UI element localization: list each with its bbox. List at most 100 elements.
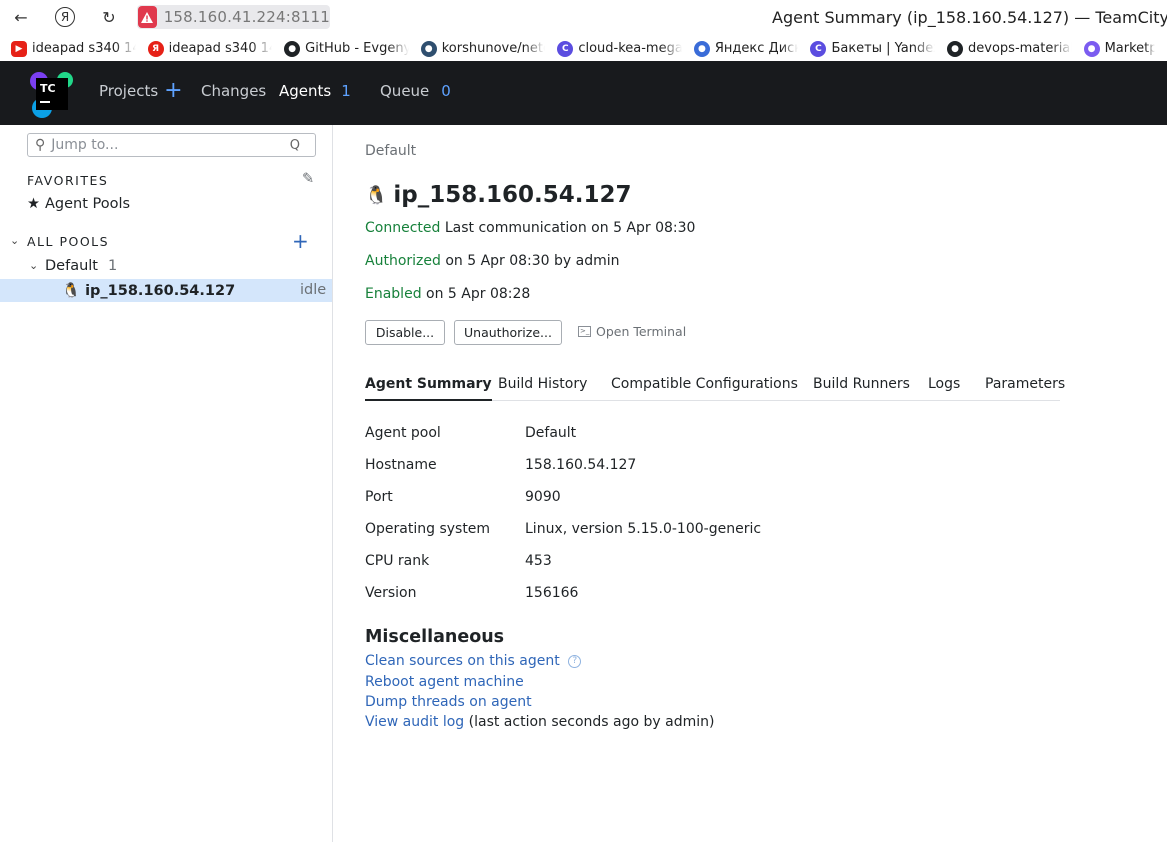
bookmark-1[interactable]: Яideapad s340 14iil (147, 40, 272, 57)
audit-log-item: View audit log (last action seconds ago … (365, 714, 714, 730)
tab-build-runners[interactable]: Build Runners (813, 376, 910, 401)
status-enabled: Enabled on 5 Apr 08:28 (365, 286, 530, 302)
bookmark-4[interactable]: Ccloud-kea-megam (557, 40, 682, 57)
view-audit-log-link[interactable]: View audit log (365, 714, 464, 730)
youtube-icon: ▶ (11, 40, 27, 57)
agent-status-idle: idle (300, 282, 327, 298)
sidebar-agent-item[interactable]: 🐧 ip_158.160.54.127 (62, 282, 235, 300)
connected-label: Connected (365, 220, 441, 236)
browser-toolbar: ← Я ↻ 158.160.41.224:8111 Agent Summary … (0, 0, 1167, 36)
prop-key-operating-system: Operating system (365, 521, 491, 537)
open-terminal-label[interactable]: Open Terminal (596, 324, 686, 339)
prop-key-port: Port (365, 489, 393, 505)
prop-key-cpu-rank: CPU rank (365, 553, 430, 569)
bookmark-7[interactable]: ●devops-materials/ (947, 40, 1072, 57)
clean-sources-item: Clean sources on this agent ? (365, 653, 582, 669)
github-icon: ● (284, 40, 301, 57)
yandex-icon: Я (147, 40, 164, 57)
github-icon: ● (947, 40, 964, 57)
reboot-agent-link[interactable]: Reboot agent machine (365, 674, 524, 690)
favorite-agent-pools[interactable]: ★ Agent Pools (27, 196, 130, 212)
help-icon[interactable]: ? (568, 654, 582, 668)
open-terminal-button[interactable]: >_ Open Terminal (578, 324, 686, 339)
chevron-down-icon[interactable]: ⌄ (10, 234, 19, 247)
nav-projects[interactable]: Projects + (99, 80, 183, 102)
prop-value-agent-pool-link[interactable]: Default (525, 425, 576, 441)
not-secure-icon[interactable] (138, 6, 157, 28)
connected-detail: Last communication on 5 Apr 08:30 (444, 220, 696, 236)
bookmark-8[interactable]: ● Marketp (1083, 40, 1155, 57)
linux-icon: 🐧 (365, 184, 388, 206)
bookmark-5[interactable]: ● Яндекс Диск (693, 40, 798, 57)
star-icon: ★ (27, 196, 40, 212)
queue-count-badge: 0 (441, 82, 451, 100)
bookmark-6[interactable]: CБакеты | Yandex C (810, 40, 935, 57)
unauthorize-button[interactable]: Unauthorize... (454, 320, 562, 345)
prop-key-agent-pool: Agent pool (365, 425, 441, 441)
search-icon: ⚲ (35, 137, 46, 153)
nav-changes-label[interactable]: Changes (201, 82, 266, 100)
address-url[interactable]: 158.160.41.224:8111 (164, 8, 330, 26)
dump-threads-link[interactable]: Dump threads on agent (365, 694, 532, 710)
nav-queue[interactable]: Queue 0 (380, 82, 451, 100)
status-authorized: Authorized on 5 Apr 08:30 by admin (365, 253, 620, 269)
cloud-icon: C (810, 40, 827, 57)
svg-text:TC: TC (40, 82, 56, 95)
breadcrumb[interactable]: Default (365, 143, 416, 159)
cloud-icon: C (557, 40, 574, 57)
sidebar-agent-name[interactable]: ip_158.160.54.127 (85, 283, 235, 299)
pool-name[interactable]: Default (45, 258, 98, 274)
all-pools-title: ALL POOLS (27, 234, 110, 249)
tab-compatible-configurations[interactable]: Compatible Configurations (611, 376, 798, 401)
agent-tabs: Agent Summary Build History Compatible C… (365, 376, 1065, 401)
tab-build-history[interactable]: Build History (498, 376, 587, 401)
tab-logs[interactable]: Logs (928, 376, 960, 401)
nav-changes[interactable]: Changes (201, 82, 266, 100)
prop-value-operating-system: Linux, version 5.15.0-100-generic (525, 521, 762, 537)
yandex-icon[interactable]: Я (55, 7, 75, 27)
nav-projects-label[interactable]: Projects (99, 82, 158, 100)
address-bar[interactable]: 158.160.41.224:8111 (137, 5, 330, 29)
add-pool-icon[interactable]: + (292, 229, 309, 253)
clean-sources-link[interactable]: Clean sources on this agent (365, 653, 560, 669)
teamcity-header: TC Projects + Changes Agents 1 Queue 0 (0, 61, 1167, 125)
pool-default[interactable]: Default 1 (45, 258, 117, 274)
back-icon[interactable]: ← (11, 7, 31, 27)
search-shortcut-hint: Q (289, 137, 300, 153)
nav-agents-label[interactable]: Agents (279, 82, 331, 100)
terminal-icon: >_ (578, 326, 591, 337)
reload-icon[interactable]: ↻ (99, 7, 119, 27)
tab-agent-summary[interactable]: Agent Summary (365, 376, 492, 401)
bookmarks-bar: ▶ideapad s340 14iil Яideapad s340 14iil … (0, 36, 1167, 61)
edit-favorites-icon[interactable]: ✎ (302, 171, 314, 187)
enabled-detail: on 5 Apr 08:28 (426, 286, 531, 302)
prop-value-hostname: 158.160.54.127 (525, 457, 637, 473)
prop-value-port: 9090 (525, 489, 561, 505)
nav-agents[interactable]: Agents 1 (279, 82, 351, 100)
disable-button[interactable]: Disable... (365, 320, 445, 345)
authorized-detail: on 5 Apr 08:30 by admin (445, 253, 620, 269)
search-input[interactable]: Jump to... (51, 137, 118, 153)
bookmark-2[interactable]: ●GitHub - Evgenyi2c (284, 40, 409, 57)
agent-title-text: ip_158.160.54.127 (393, 182, 632, 208)
prop-key-hostname: Hostname (365, 457, 437, 473)
teamcity-logo[interactable]: TC (28, 70, 76, 118)
miscellaneous-title: Miscellaneous (365, 627, 505, 647)
tab-parameters[interactable]: Parameters (985, 376, 1065, 401)
prop-key-version: Version (365, 585, 417, 601)
bookmark-3[interactable]: ●korshunove/netolo (420, 40, 545, 57)
jump-to-search[interactable]: ⚲ Jump to... Q (27, 133, 316, 157)
window-title: Agent Summary (ip_158.160.54.127) — Team… (772, 8, 1167, 27)
favorite-agent-pools-label[interactable]: Agent Pools (45, 196, 130, 212)
agents-count-badge: 1 (341, 82, 351, 100)
add-project-icon[interactable]: + (164, 80, 182, 102)
market-icon: ● (1083, 40, 1100, 57)
linux-icon: 🐧 (62, 283, 81, 299)
authorized-label: Authorized (365, 253, 441, 269)
favorites-title: FAVORITES (27, 173, 109, 188)
gitlab-icon: ● (420, 40, 437, 57)
disk-icon: ● (693, 40, 710, 57)
bookmark-0[interactable]: ▶ideapad s340 14iil (11, 40, 136, 57)
pool-chevron-icon[interactable]: ⌄ (29, 259, 38, 272)
nav-queue-label[interactable]: Queue (380, 82, 429, 100)
